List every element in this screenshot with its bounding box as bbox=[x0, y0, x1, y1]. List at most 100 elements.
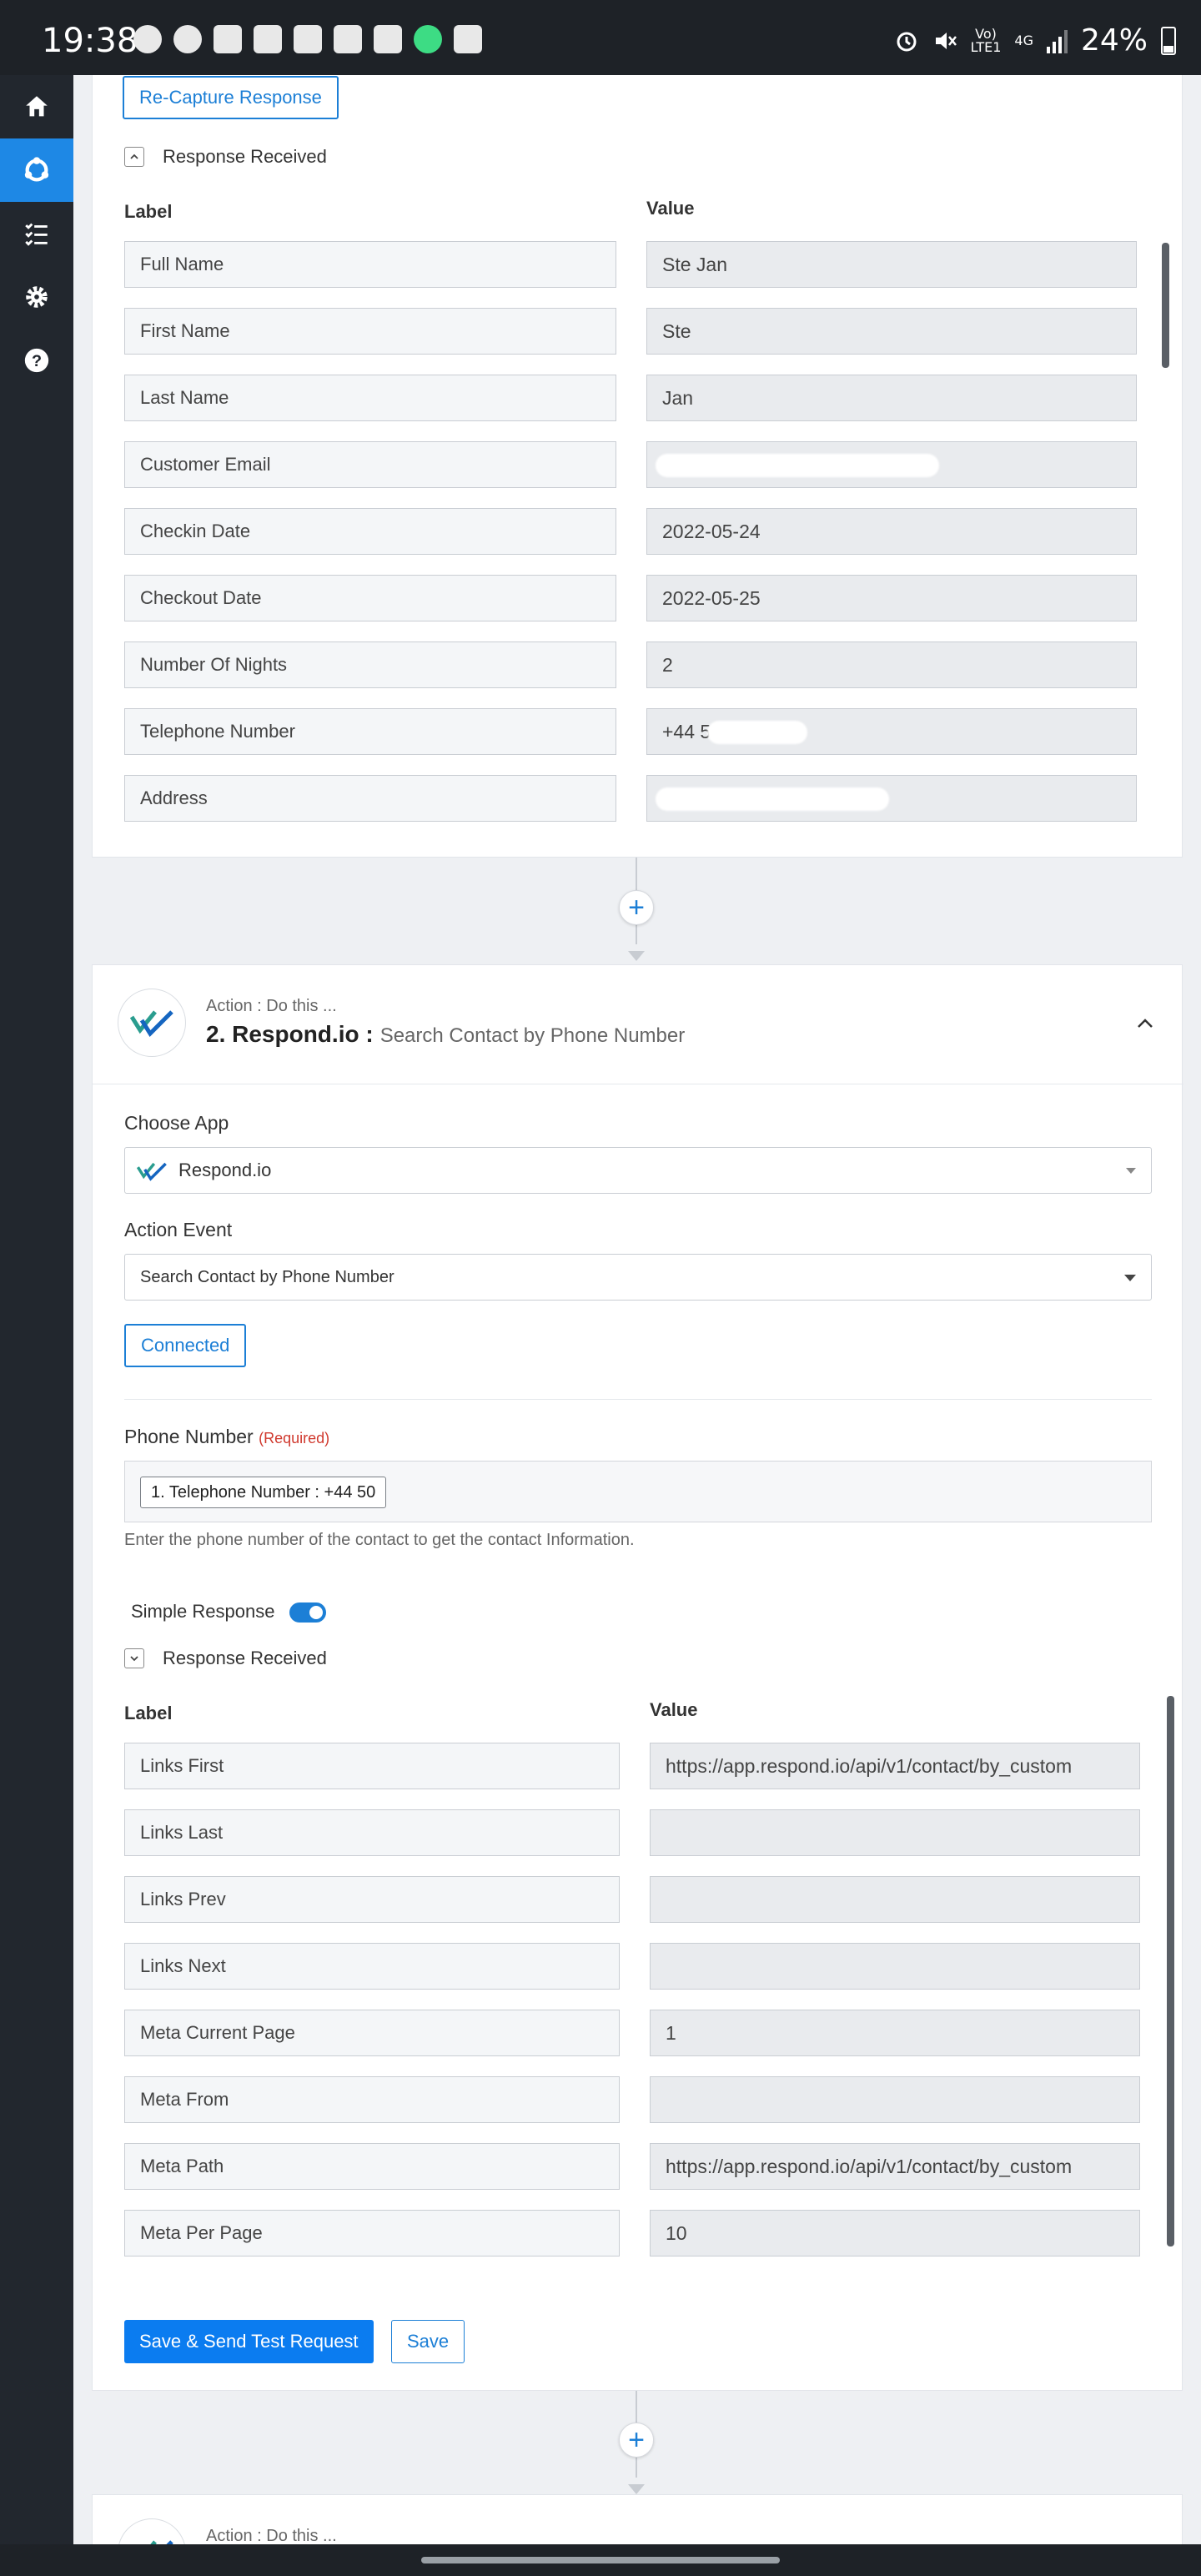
sidebar-item-help[interactable]: ? bbox=[0, 329, 73, 392]
row-value[interactable] bbox=[650, 1876, 1140, 1923]
row-label: Links Last bbox=[124, 1809, 620, 1856]
response-table[interactable]: Links First https://app.respond.io/api/v1… bbox=[124, 1743, 1158, 2270]
response-table[interactable]: Full Name Ste Jan First Name Ste Last Name Ja… bbox=[124, 241, 1158, 825]
simple-response-toggle[interactable] bbox=[289, 1602, 326, 1623]
battery-percent: 24% bbox=[1080, 23, 1148, 58]
row-value[interactable]: 1 bbox=[650, 2010, 1140, 2056]
redacted-mask bbox=[707, 721, 807, 744]
row-value-text: Jan bbox=[662, 386, 694, 409]
action-event-select[interactable]: Search Contact by Phone Number bbox=[124, 1254, 1152, 1301]
response-row: Address bbox=[124, 775, 1158, 822]
response-row: Links Last bbox=[124, 1809, 1158, 1856]
step-header: Action : Do this ... 2. Respond.io : Sea… bbox=[206, 997, 685, 1048]
response-row: Telephone Number +44 50 bbox=[124, 708, 1158, 755]
svg-text:?: ? bbox=[32, 352, 42, 370]
choose-app-value: Respond.io bbox=[178, 1160, 272, 1180]
app-badge-icon bbox=[414, 25, 442, 53]
recapture-response-button[interactable]: Re-Capture Response bbox=[123, 76, 339, 119]
save-send-test-button[interactable]: Save & Send Test Request bbox=[124, 2320, 374, 2363]
volte-indicator: Vo) LTE1 bbox=[970, 25, 1002, 55]
row-value[interactable]: Jan bbox=[646, 375, 1137, 421]
simple-response-label: Simple Response bbox=[131, 1601, 275, 1622]
phone-number-text: Phone Number bbox=[124, 1426, 254, 1447]
value-column-header: Value bbox=[650, 1699, 698, 1720]
row-value[interactable]: 2 bbox=[646, 641, 1137, 688]
row-value-text: Ste bbox=[662, 319, 691, 342]
caret-down-icon bbox=[1126, 1168, 1136, 1174]
label-column-header: Label bbox=[124, 201, 173, 222]
chevron-up-icon bbox=[124, 147, 144, 167]
row-value[interactable]: +44 50 bbox=[646, 708, 1137, 755]
row-label: Checkin Date bbox=[124, 508, 616, 555]
section-divider bbox=[124, 1399, 1152, 1400]
gallery-icon bbox=[374, 25, 402, 53]
response-received-toggle[interactable]: Response Received bbox=[124, 1648, 327, 1669]
row-value[interactable]: Ste bbox=[646, 308, 1137, 355]
response-row: Full Name Ste Jan bbox=[124, 241, 1158, 288]
collapse-step-button[interactable] bbox=[1133, 1012, 1157, 1035]
connector-arrow bbox=[628, 951, 645, 961]
response-received-label: Response Received bbox=[163, 1648, 327, 1668]
row-value[interactable] bbox=[650, 2076, 1140, 2123]
step-subtitle: Search Contact by Phone Number bbox=[379, 1024, 686, 1047]
choose-app-label: Choose App bbox=[124, 1112, 229, 1134]
row-label: Links Prev bbox=[124, 1876, 620, 1923]
home-gesture-pill[interactable] bbox=[421, 2557, 780, 2563]
sidebar-item-tasks[interactable] bbox=[0, 202, 73, 265]
notification-icons bbox=[133, 25, 482, 53]
mute-icon bbox=[935, 32, 957, 49]
row-label: Address bbox=[124, 775, 616, 822]
action-prefix: Action : Do this ... bbox=[206, 997, 337, 1015]
add-step-button[interactable]: + bbox=[619, 890, 654, 925]
value-column-header: Value bbox=[646, 198, 695, 219]
response-scrollbar[interactable] bbox=[1167, 1696, 1174, 2272]
system-icons: Vo) LTE1 4G 24% bbox=[894, 23, 1176, 58]
row-label: Telephone Number bbox=[124, 708, 616, 755]
save-button[interactable]: Save bbox=[391, 2320, 465, 2363]
chevron-up-icon bbox=[1138, 1019, 1153, 1028]
response-scrollbar[interactable] bbox=[1162, 243, 1169, 827]
signal-icon bbox=[1046, 28, 1068, 53]
redacted-mask bbox=[656, 787, 889, 811]
ebay-icon bbox=[294, 25, 322, 53]
row-value[interactable]: https://app.respond.io/api/v1/contact/by… bbox=[650, 1743, 1140, 1789]
response-row: Checkin Date 2022-05-24 bbox=[124, 508, 1158, 555]
sidebar-item-settings[interactable] bbox=[0, 265, 73, 329]
row-value[interactable] bbox=[650, 1943, 1140, 1990]
clock: 19:38 bbox=[42, 22, 138, 60]
row-value[interactable]: https://app.respond.io/api/v1/contact/by… bbox=[650, 2143, 1140, 2190]
row-value-text: 1 bbox=[666, 2021, 676, 2044]
row-value[interactable]: 2022-05-25 bbox=[646, 575, 1137, 621]
row-value[interactable]: 2022-05-24 bbox=[646, 508, 1137, 555]
row-value-text: 2 bbox=[662, 653, 673, 676]
add-step-button[interactable]: + bbox=[619, 2423, 654, 2458]
phone-number-label: Phone Number (Required) bbox=[124, 1426, 329, 1448]
row-label: Last Name bbox=[124, 375, 616, 421]
phone-number-field[interactable]: 1. Telephone Number : +44 50 bbox=[124, 1461, 1152, 1522]
row-value[interactable] bbox=[646, 775, 1137, 822]
loading-icon bbox=[173, 25, 202, 53]
row-value[interactable]: 10 bbox=[650, 2210, 1140, 2257]
app-icon bbox=[334, 25, 362, 53]
row-value-text: https://app.respond.io/api/v1/contact/by… bbox=[666, 2155, 1073, 2177]
sidebar-item-integrations[interactable] bbox=[0, 138, 73, 202]
response-row: Checkout Date 2022-05-25 bbox=[124, 575, 1158, 621]
row-value[interactable] bbox=[650, 1809, 1140, 1856]
row-value-text: 10 bbox=[666, 2221, 687, 2244]
sidebar-item-home[interactable] bbox=[0, 75, 73, 138]
connected-button[interactable]: Connected bbox=[124, 1324, 247, 1367]
response-received-toggle[interactable]: Response Received bbox=[124, 146, 327, 168]
respond-io-logo bbox=[118, 989, 186, 1057]
news-24-icon bbox=[454, 25, 482, 53]
row-label: Links First bbox=[124, 1743, 620, 1789]
choose-app-select[interactable]: Respond.io bbox=[124, 1147, 1152, 1194]
task-list-icon bbox=[25, 223, 48, 246]
help-icon: ? bbox=[24, 348, 49, 373]
integrations-icon bbox=[24, 157, 49, 182]
android-nav-bar bbox=[0, 2544, 1201, 2576]
row-value[interactable]: Ste Jan bbox=[646, 241, 1137, 288]
telephone-number-chip[interactable]: 1. Telephone Number : +44 50 bbox=[140, 1477, 387, 1508]
response-row: Links First https://app.respond.io/api/v1… bbox=[124, 1743, 1158, 1789]
battery-icon bbox=[1161, 26, 1176, 55]
row-value[interactable] bbox=[646, 441, 1137, 488]
